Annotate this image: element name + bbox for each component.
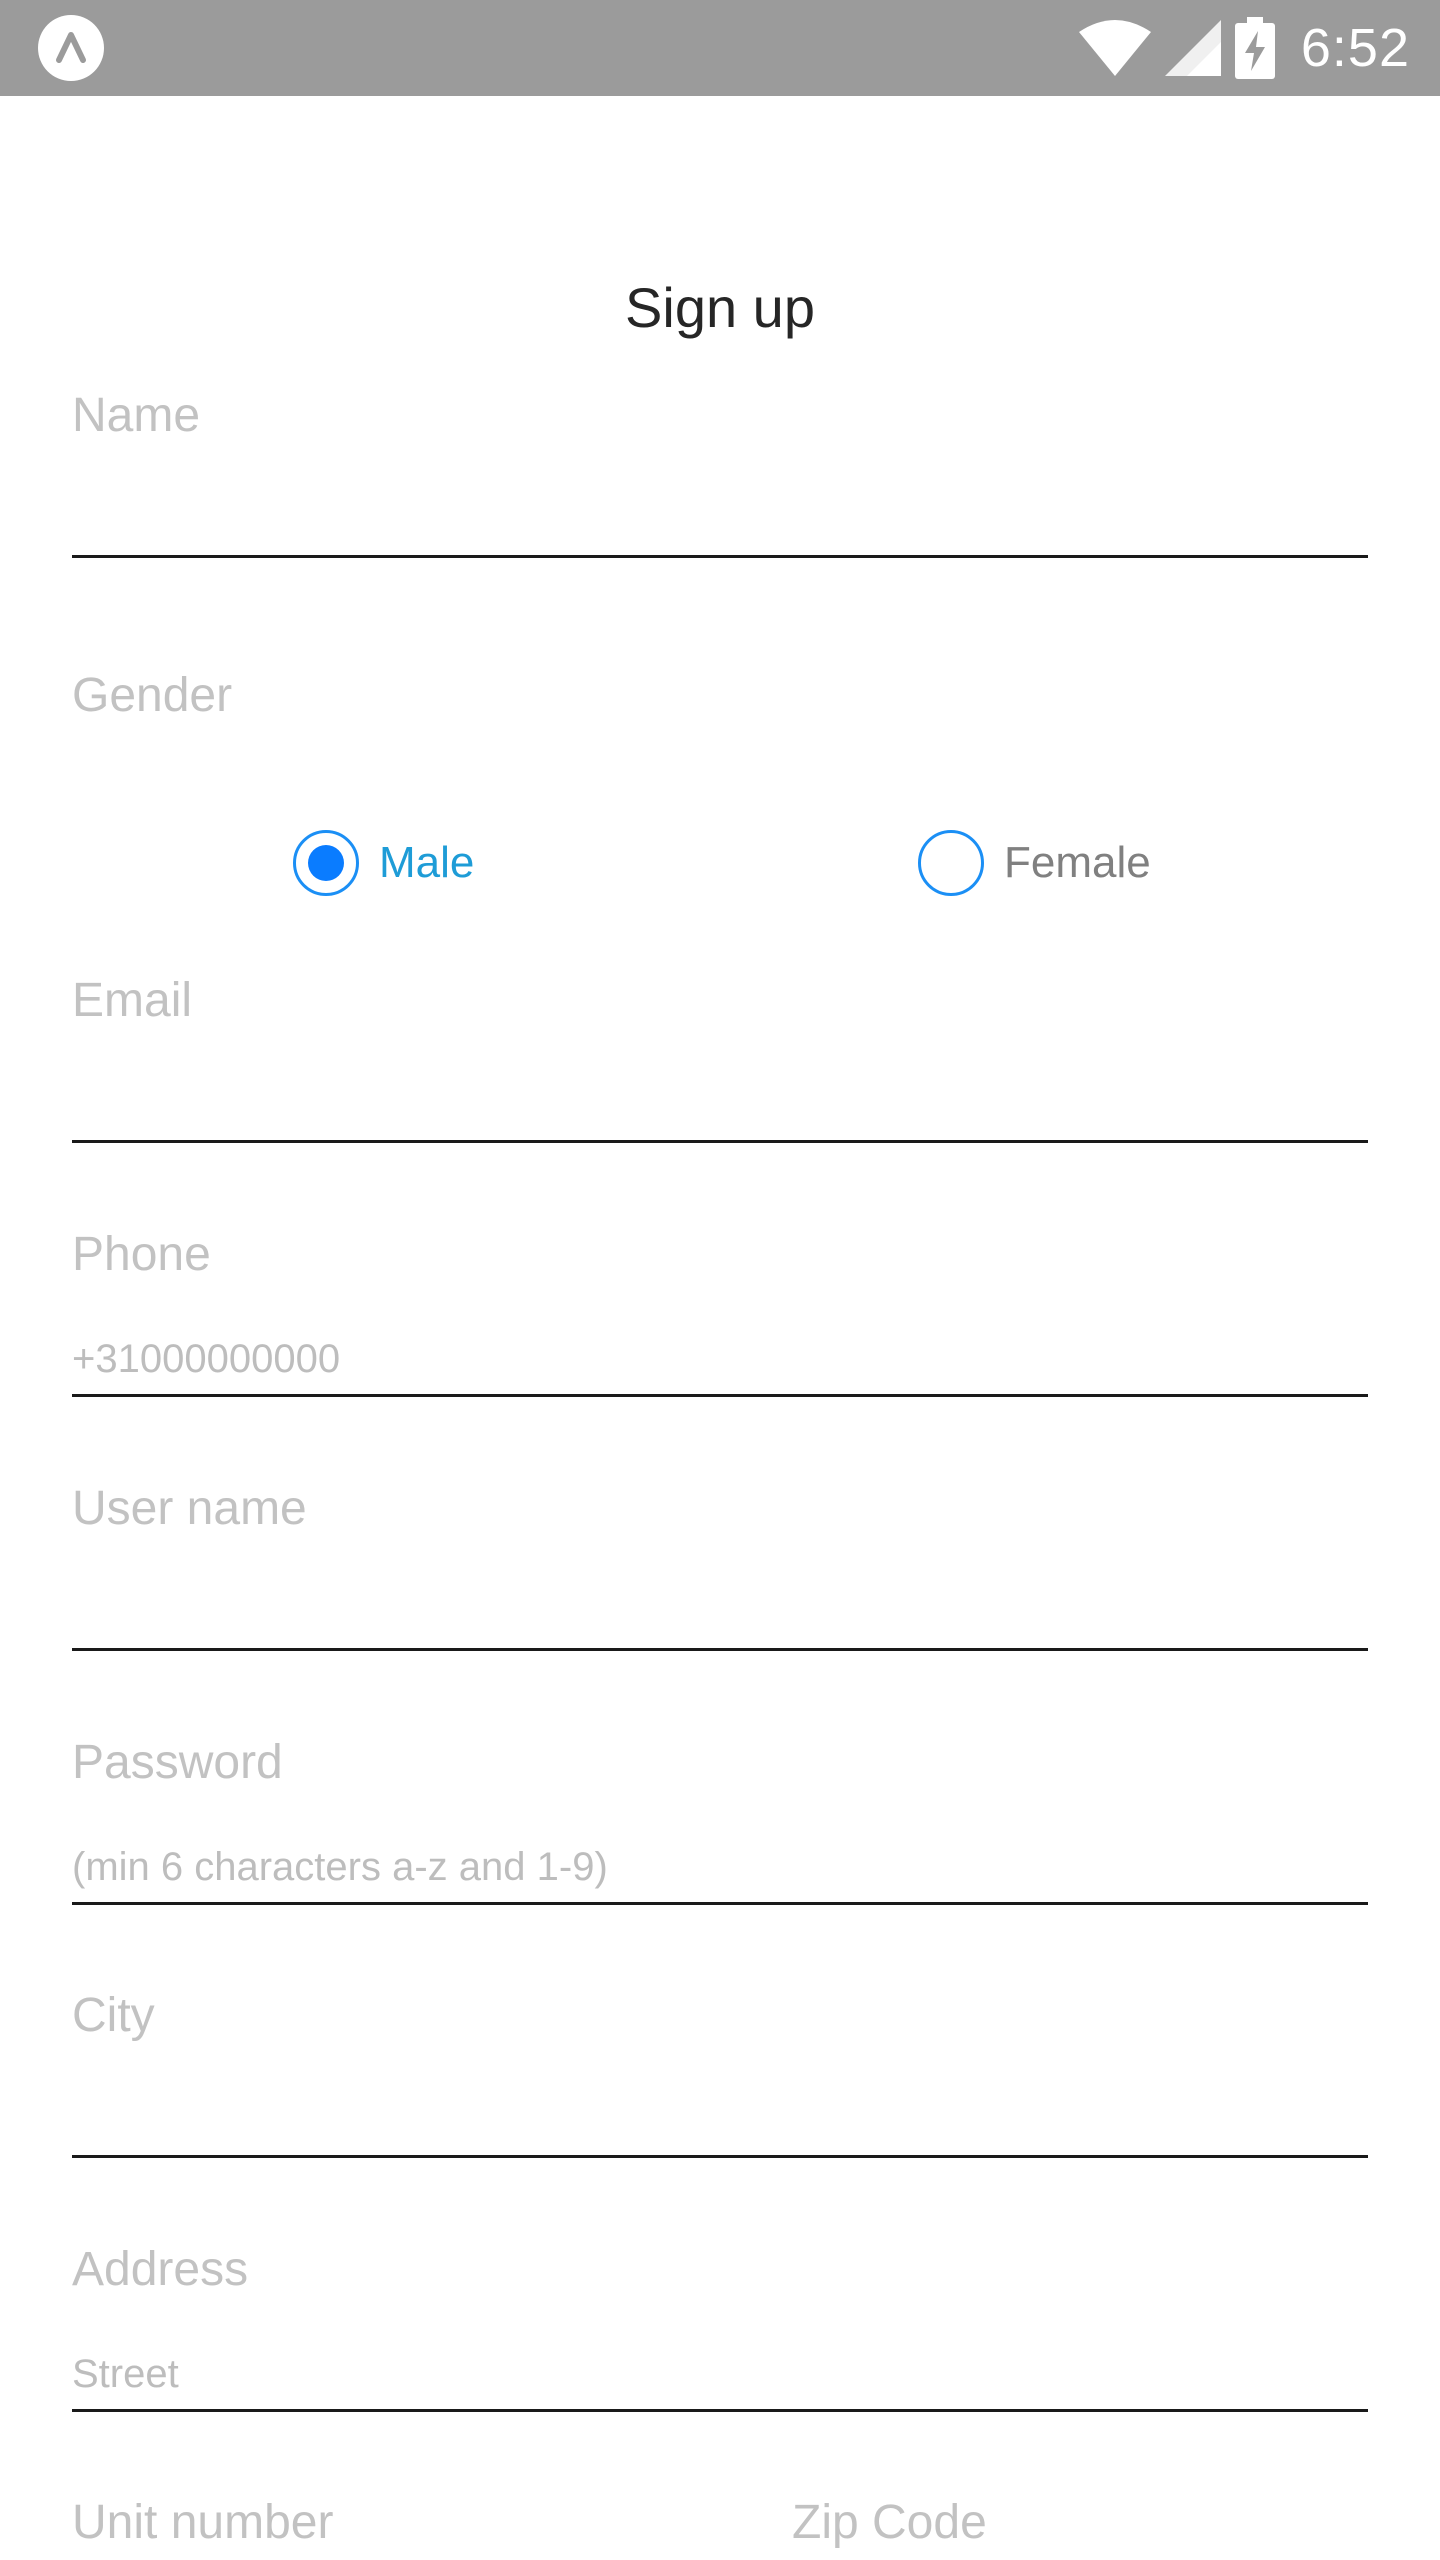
username-label: User name	[72, 1482, 307, 1535]
app-badge-icon	[38, 15, 104, 81]
phone-input[interactable]	[72, 1324, 1368, 1397]
password-input[interactable]	[72, 1832, 1368, 1905]
unit-number-label: Unit number	[72, 2496, 334, 2549]
status-bar: 6:52	[0, 0, 1440, 96]
gender-option-male[interactable]: Male	[293, 826, 474, 900]
city-input[interactable]	[72, 2085, 1368, 2158]
gender-option-female-label[interactable]: Female	[1004, 838, 1151, 888]
city-label: City	[72, 1989, 155, 2042]
gender-label: Gender	[72, 669, 233, 722]
page-title: Sign up	[625, 276, 815, 339]
username-input[interactable]	[72, 1578, 1368, 1651]
name-input[interactable]	[72, 485, 1368, 558]
name-label: Name	[72, 389, 201, 442]
radio-checked-icon[interactable]	[293, 830, 359, 896]
gender-radio-group: Male Female	[0, 826, 1440, 900]
signal-icon	[1164, 20, 1221, 76]
status-icons: 6:52	[1078, 0, 1410, 96]
battery-charging-icon	[1234, 17, 1275, 79]
address-input[interactable]	[72, 2339, 1368, 2412]
phone-label: Phone	[72, 1228, 211, 1281]
status-time: 6:52	[1300, 18, 1410, 78]
zip-code-label: Zip Code	[792, 2496, 987, 2549]
gender-option-male-label[interactable]: Male	[379, 838, 474, 888]
wifi-icon	[1078, 20, 1151, 76]
password-label: Password	[72, 1736, 283, 1789]
email-input[interactable]	[72, 1070, 1368, 1143]
email-label: Email	[72, 974, 193, 1027]
radio-unchecked-icon[interactable]	[918, 830, 984, 896]
gender-option-female[interactable]: Female	[918, 826, 1151, 900]
address-label: Address	[72, 2243, 249, 2296]
